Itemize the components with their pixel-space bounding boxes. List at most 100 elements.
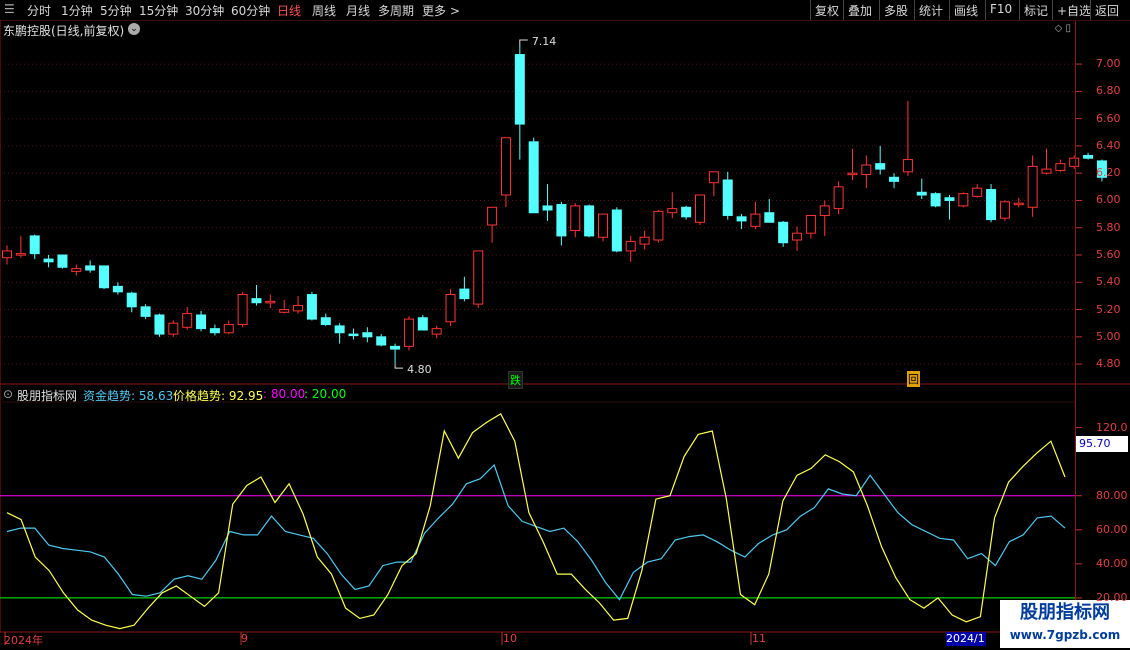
candle-body [1027, 165, 1038, 208]
candle-body [514, 54, 525, 125]
candle-body [819, 205, 830, 216]
candle-body [805, 214, 816, 234]
indicator-axis-label: 60.00 [1096, 522, 1128, 536]
date-cursor-label: 2024/1 [946, 632, 986, 646]
candle-body [209, 328, 220, 334]
candle-body [833, 186, 844, 210]
date-label: 2024年 [4, 634, 43, 647]
candle-body [542, 205, 553, 211]
candle-body [1013, 202, 1024, 206]
candle-body [625, 240, 636, 252]
indicator-axis-label: 20.00 [1096, 590, 1128, 604]
date-axis: 2024年 9 10 11 [0, 632, 1075, 650]
candle-body [43, 258, 54, 263]
candle-body [431, 328, 442, 335]
candle-body [695, 194, 705, 223]
candle-body [972, 187, 983, 197]
watermark-url: www.7gpzb.com [1009, 628, 1121, 642]
candle-body [930, 193, 941, 207]
candle-body [126, 292, 137, 308]
indicator-toggle-icon[interactable]: ⊙ [3, 387, 13, 401]
candle-body [320, 317, 331, 326]
candle-body [750, 213, 761, 227]
candle-body [736, 216, 747, 222]
price-axis-label: 6.00 [1096, 193, 1121, 207]
price-axis-label: 6.40 [1096, 138, 1121, 152]
candle-body [487, 206, 498, 226]
candle-body [1041, 168, 1052, 174]
candle-body [362, 332, 373, 338]
candle-body [196, 314, 207, 330]
fund-trend-label: 资金趋势: 58.63 [83, 389, 174, 403]
candle-body [154, 314, 165, 335]
candle-body [348, 333, 359, 337]
indicator-header: ⊙ 股朋指标网 资金趋势: 58.63 价格趋势: 92.95 : 80.00 … [0, 386, 1075, 403]
indicator-axis-label: 40.00 [1096, 556, 1128, 570]
candle-body [986, 189, 997, 221]
candle-body [778, 221, 789, 244]
level-low-label: : 20.00 [304, 387, 347, 401]
chart-canvas: 7.14 4.80 [0, 20, 1130, 645]
price-axis-label: 5.80 [1096, 220, 1121, 234]
candle-body [85, 265, 96, 271]
price-axis-label: 6.20 [1096, 166, 1121, 180]
candle-body [999, 201, 1010, 219]
candle-body [265, 300, 276, 304]
candle-body [2, 250, 12, 259]
candle-body [403, 318, 414, 347]
candle-body [417, 317, 428, 331]
candle-body [861, 164, 872, 176]
high-price-label: 7.14 [532, 35, 557, 48]
price-axis-label: 5.60 [1096, 248, 1121, 261]
candle-body [223, 324, 234, 334]
watermark: 股朋指标网 www.7gpzb.com [1000, 600, 1130, 648]
candle-body [71, 268, 82, 272]
candle-body [390, 345, 401, 350]
candle-body [681, 206, 692, 218]
level-high-label: : 80.00 [263, 387, 306, 401]
high-pointer [519, 39, 528, 45]
candle-body [556, 204, 567, 237]
price-axis-label: 5.00 [1096, 329, 1121, 343]
price-trend-label: 价格趋势: 92.95 [173, 389, 264, 403]
indicator-axis-label: 120.0 [1096, 420, 1128, 434]
candle-body [584, 205, 595, 237]
candle-body [902, 159, 913, 173]
fund-trend-line [6, 463, 1066, 601]
indicator-axis-label: 80.00 [1096, 488, 1128, 502]
date-label: 11 [752, 632, 766, 645]
price-axis-label: 4.80 [1096, 357, 1121, 371]
candle-body [653, 210, 664, 241]
price-axis-label: 7.00 [1096, 57, 1121, 71]
candle-body [376, 336, 387, 346]
date-label: 9 [241, 632, 248, 645]
candle-body [334, 325, 345, 334]
candle-body [764, 212, 775, 223]
candle-body [293, 304, 304, 312]
indicator-name: 股朋指标网 [17, 389, 78, 403]
candle-body [944, 197, 955, 201]
candle-body [112, 285, 123, 293]
candle-body [792, 232, 803, 241]
current-value-box: 95.70 [1076, 436, 1128, 452]
candle-body [140, 306, 151, 317]
candle-body [667, 208, 678, 214]
candle-body [847, 172, 858, 176]
low-pointer [394, 364, 404, 369]
candle-body [1055, 163, 1066, 171]
candle-body [99, 265, 110, 289]
candle-body [251, 298, 262, 304]
candle-body [500, 137, 511, 196]
candle-body [15, 253, 26, 256]
price-axis-label: 6.60 [1096, 111, 1121, 125]
return-marker: 回 [907, 371, 920, 387]
candle-body [445, 294, 456, 323]
candle-body [958, 193, 969, 207]
candle-body [639, 236, 650, 245]
candle-body [708, 171, 719, 184]
price-axis-label: 5.40 [1096, 275, 1121, 289]
price-trend-line [6, 413, 1066, 630]
fall-marker: 跌 [508, 371, 523, 389]
candle-body [722, 179, 733, 216]
candle-body [597, 213, 608, 238]
